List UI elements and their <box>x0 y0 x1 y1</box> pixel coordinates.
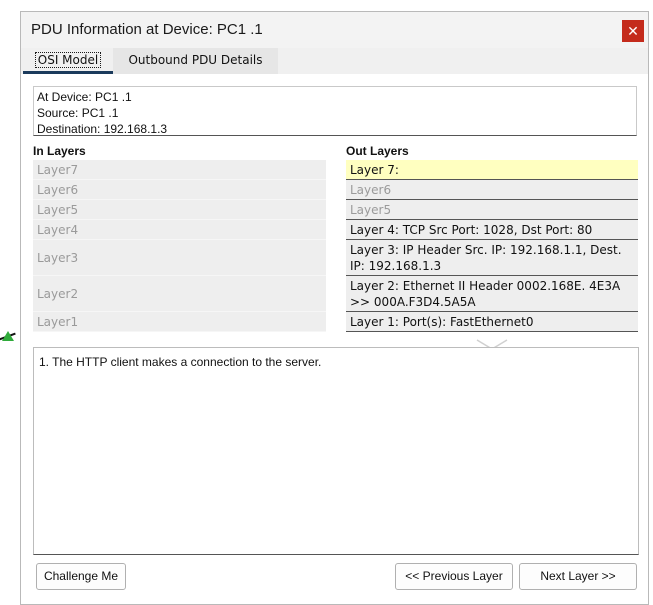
pdu-info-dialog: PDU Information at Device: PC1 .1 ✕ OSI … <box>20 11 649 605</box>
out-layer-1[interactable]: Layer 1: Port(s): FastEthernet0 <box>346 312 638 332</box>
pdu-info-box: At Device: PC1 .1 Source: PC1 .1 Destina… <box>33 86 637 136</box>
next-layer-button[interactable]: Next Layer >> <box>519 563 637 590</box>
out-layer-7[interactable]: Layer 7: <box>346 160 638 180</box>
tab-outbound-pdu-details[interactable]: Outbound PDU Details <box>113 48 278 74</box>
in-layer-2[interactable]: Layer2 <box>33 276 326 312</box>
previous-layer-button[interactable]: << Previous Layer <box>395 563 513 590</box>
tab-bar: OSI Model Outbound PDU Details <box>21 48 648 74</box>
at-device-text: At Device: PC1 .1 <box>37 90 132 104</box>
close-button[interactable]: ✕ <box>622 20 644 42</box>
out-layer-6[interactable]: Layer6 <box>346 180 638 200</box>
step-description-box: 1. The HTTP client makes a connection to… <box>33 347 639 555</box>
destination-text: Destination: 192.168.1.3 <box>37 122 168 136</box>
tab-outbound-label: Outbound PDU Details <box>128 53 263 67</box>
tab-osi-model[interactable]: OSI Model <box>23 48 113 74</box>
out-layer-5[interactable]: Layer5 <box>346 200 638 220</box>
in-layer-7[interactable]: Layer7 <box>33 160 326 180</box>
source-text: Source: PC1 .1 <box>37 106 119 120</box>
in-layer-5[interactable]: Layer5 <box>33 200 326 220</box>
in-layer-6[interactable]: Layer6 <box>33 180 326 200</box>
challenge-me-button[interactable]: Challenge Me <box>36 563 126 590</box>
out-layer-2[interactable]: Layer 2: Ethernet II Header 0002.168E. 4… <box>346 276 638 312</box>
out-layer-3[interactable]: Layer 3: IP Header Src. IP: 192.168.1.1,… <box>346 240 638 276</box>
out-layers-heading: Out Layers <box>346 144 409 158</box>
background-link-triangle <box>2 331 14 341</box>
close-icon: ✕ <box>627 23 639 39</box>
out-layer-4[interactable]: Layer 4: TCP Src Port: 1028, Dst Port: 8… <box>346 220 638 240</box>
tab-osi-model-label: OSI Model <box>34 52 102 68</box>
in-layer-4[interactable]: Layer4 <box>33 220 326 240</box>
in-layers-heading: In Layers <box>33 144 86 158</box>
step-description-text: 1. The HTTP client makes a connection to… <box>39 355 322 369</box>
window-title: PDU Information at Device: PC1 .1 <box>31 21 263 38</box>
title-bar[interactable]: PDU Information at Device: PC1 .1 ✕ <box>21 12 648 48</box>
osi-model-panel: At Device: PC1 .1 Source: PC1 .1 Destina… <box>21 74 648 604</box>
in-layer-3[interactable]: Layer3 <box>33 240 326 276</box>
in-layer-1[interactable]: Layer1 <box>33 312 326 332</box>
